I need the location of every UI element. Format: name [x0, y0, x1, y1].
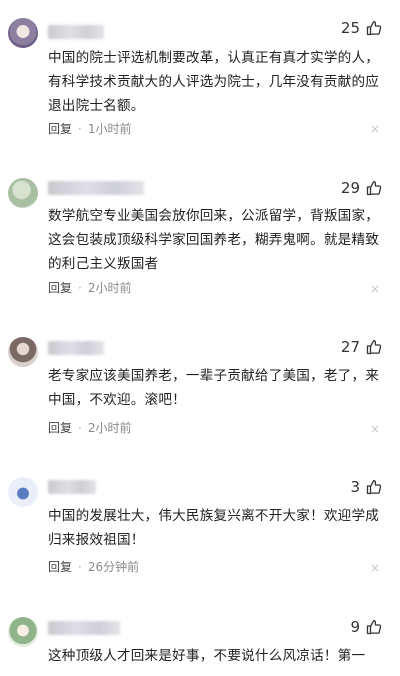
- username[interactable]: [48, 341, 104, 355]
- comment-text: 数学航空专业美国会放你回来，公派留学，背叛国家，这会包装成顶级科学家回国养老，糊…: [48, 208, 380, 272]
- like-count: 27: [340, 338, 360, 356]
- like-count: 25: [340, 19, 360, 37]
- comment-meta: 回复 · 2小时前: [48, 419, 131, 436]
- thumbs-up-icon: [366, 339, 382, 355]
- reply-button[interactable]: 回复: [48, 120, 72, 137]
- close-icon[interactable]: ×: [370, 423, 380, 435]
- username[interactable]: [48, 480, 96, 494]
- like-button[interactable]: 27: [341, 338, 382, 356]
- timestamp: 2小时前: [87, 421, 132, 435]
- avatar[interactable]: [8, 477, 38, 507]
- like-button[interactable]: 9: [350, 618, 382, 636]
- avatar[interactable]: [8, 617, 38, 647]
- like-count: 3: [350, 478, 360, 496]
- timestamp: 26分钟前: [87, 560, 140, 574]
- thumbs-up-icon: [366, 619, 382, 635]
- comment-meta: 回复 · 1小时前: [48, 120, 131, 137]
- like-count: 29: [340, 179, 360, 197]
- avatar[interactable]: [8, 337, 38, 367]
- thumbs-up-icon: [366, 20, 382, 36]
- comment-text: 老专家应该美国养老，一辈子贡献给了美国，老了，来中国，不欢迎。滚吧！: [48, 368, 380, 408]
- like-count: 9: [350, 618, 360, 636]
- separator-dot: ·: [78, 280, 82, 295]
- separator-dot: ·: [78, 559, 82, 574]
- close-icon[interactable]: ×: [370, 562, 380, 574]
- reply-button[interactable]: 回复: [48, 558, 72, 575]
- avatar[interactable]: [8, 178, 38, 208]
- close-icon[interactable]: ×: [370, 123, 380, 135]
- timestamp: 2小时前: [87, 281, 132, 295]
- timestamp: 1小时前: [87, 122, 132, 136]
- separator-dot: ·: [78, 121, 82, 136]
- username[interactable]: [48, 621, 120, 635]
- thumbs-up-icon: [366, 180, 382, 196]
- reply-button[interactable]: 回复: [48, 419, 72, 436]
- like-button[interactable]: 29: [341, 179, 382, 197]
- avatar[interactable]: [8, 18, 38, 48]
- separator-dot: ·: [78, 420, 82, 435]
- like-button[interactable]: 25: [341, 19, 382, 37]
- comment-text: 中国的发展壮大，伟大民族复兴离不开大家！欢迎学成归来报效祖国！: [48, 508, 380, 548]
- comment-text: 这种顶级人才回来是好事，不要说什么风凉话！第一: [48, 648, 366, 664]
- like-button[interactable]: 3: [350, 478, 382, 496]
- thumbs-up-icon: [366, 479, 382, 495]
- reply-button[interactable]: 回复: [48, 279, 72, 296]
- comment-text: 中国的院士评选机制要改革，认真正有真才实学的人，有科学技术贡献大的人评选为院士，…: [48, 50, 380, 114]
- comment-meta: 回复 · 2小时前: [48, 279, 131, 296]
- comment-meta: 回复 · 26分钟前: [48, 558, 139, 575]
- username[interactable]: [48, 25, 104, 39]
- username[interactable]: [48, 181, 144, 195]
- close-icon[interactable]: ×: [370, 283, 380, 295]
